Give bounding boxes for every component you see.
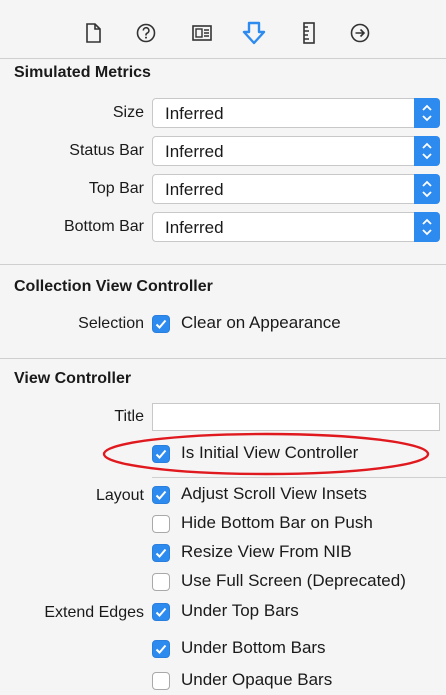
separator	[0, 264, 446, 265]
layout-label: Layout	[95, 487, 144, 504]
extend-edges-label: Extend Edges	[44, 604, 144, 621]
under-opaque-bars-label[interactable]: Under Opaque Bars	[181, 670, 332, 690]
file-icon[interactable]	[80, 20, 106, 46]
is-initial-view-controller-label[interactable]: Is Initial View Controller	[181, 443, 358, 463]
bottom-bar-label: Bottom Bar	[63, 218, 144, 235]
under-opaque-bars-checkbox[interactable]	[152, 672, 170, 690]
checkmark-icon	[155, 449, 167, 459]
use-full-screen-checkbox[interactable]	[152, 573, 170, 591]
under-bottom-bars-checkbox[interactable]	[152, 640, 170, 658]
stepper-arrows-icon	[414, 136, 440, 166]
inspector-toolbar	[0, 0, 446, 58]
checkmark-icon	[155, 607, 167, 617]
section-title-view-controller: View Controller	[14, 370, 132, 387]
under-top-bars-label[interactable]: Under Top Bars	[181, 601, 299, 621]
status-bar-popup-value: Inferred	[165, 142, 224, 161]
bottom-bar-popup[interactable]: Inferred	[152, 212, 440, 242]
stepper-arrows-icon	[414, 174, 440, 204]
size-label: Size	[112, 104, 144, 121]
clear-on-appearance-checkbox[interactable]	[152, 315, 170, 333]
adjust-scroll-view-insets-checkbox[interactable]	[152, 486, 170, 504]
connections-arrow-icon[interactable]	[347, 20, 373, 46]
size-ruler-icon[interactable]	[296, 20, 322, 46]
status-bar-popup[interactable]: Inferred	[152, 136, 440, 166]
under-bottom-bars-label[interactable]: Under Bottom Bars	[181, 638, 326, 658]
attributes-icon[interactable]	[241, 20, 267, 46]
checkmark-icon	[155, 644, 167, 654]
separator	[0, 358, 446, 359]
resize-view-from-nib-checkbox[interactable]	[152, 544, 170, 562]
top-bar-popup[interactable]: Inferred	[152, 174, 440, 204]
adjust-scroll-view-insets-label[interactable]: Adjust Scroll View Insets	[181, 484, 367, 504]
checkmark-icon	[155, 490, 167, 500]
selection-label: Selection	[78, 315, 144, 332]
separator	[152, 477, 446, 478]
use-full-screen-label[interactable]: Use Full Screen (Deprecated)	[181, 571, 406, 591]
stepper-arrows-icon	[414, 98, 440, 128]
separator	[0, 58, 446, 59]
checkmark-icon	[155, 319, 167, 329]
status-bar-label: Status Bar	[69, 142, 144, 159]
hide-bottom-bar-on-push-checkbox[interactable]	[152, 515, 170, 533]
title-label: Title	[114, 408, 144, 425]
top-bar-popup-value: Inferred	[165, 180, 224, 199]
stepper-arrows-icon	[414, 212, 440, 242]
help-icon[interactable]	[133, 20, 159, 46]
hide-bottom-bar-on-push-label[interactable]: Hide Bottom Bar on Push	[181, 513, 373, 533]
is-initial-view-controller-checkbox[interactable]	[152, 445, 170, 463]
checkmark-icon	[155, 548, 167, 558]
top-bar-label: Top Bar	[88, 180, 144, 197]
bottom-bar-popup-value: Inferred	[165, 218, 224, 237]
size-popup-value: Inferred	[165, 104, 224, 123]
under-top-bars-checkbox[interactable]	[152, 603, 170, 621]
clear-on-appearance-label[interactable]: Clear on Appearance	[181, 313, 341, 333]
identity-icon[interactable]	[189, 20, 215, 46]
section-title-collection-view-controller: Collection View Controller	[14, 278, 213, 295]
resize-view-from-nib-label[interactable]: Resize View From NIB	[181, 542, 352, 562]
section-title-simulated-metrics: Simulated Metrics	[14, 64, 151, 81]
size-popup[interactable]: Inferred	[152, 98, 440, 128]
title-field[interactable]	[152, 403, 440, 431]
